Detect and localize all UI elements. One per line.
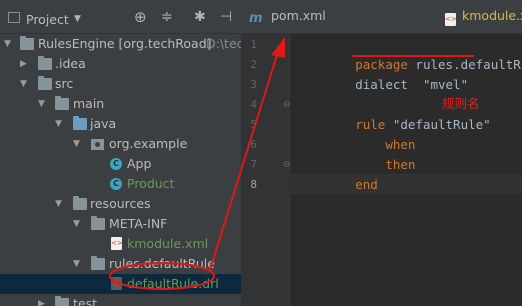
expand-arrow-icon[interactable]: ▼ — [38, 94, 45, 114]
editor-tab-bar: m pom.xml <> kmodule.xml — [241, 0, 522, 34]
tree-item-label: org.example — [109, 136, 188, 151]
line-number: 1 — [250, 38, 257, 51]
folder-icon — [38, 76, 52, 90]
drl-file-icon: D — [111, 277, 122, 290]
project-view-title[interactable]: Project — [26, 12, 69, 27]
code-line: then — [295, 135, 415, 172]
tree-item-label: test — [73, 296, 98, 306]
tree-item-resources[interactable]: ▼ resources — [0, 194, 241, 214]
line-number: 6 — [250, 138, 257, 151]
tree-item-label: RulesEngine [org.techRoad] — [38, 36, 212, 51]
collapsed-arrow-icon[interactable]: ▶ — [38, 294, 45, 306]
target-icon[interactable]: ⊕ — [134, 10, 147, 25]
line-number: 2 — [250, 58, 257, 71]
project-panel-header: Project ▼ ⊕ ≑ ✱ ⊣ — [0, 0, 241, 34]
tree-item-label: resources — [90, 196, 151, 211]
source-folder-icon — [73, 116, 87, 130]
tree-item-idea[interactable]: ▶ .idea — [0, 54, 241, 74]
tree-item-main[interactable]: ▼ main — [0, 94, 241, 114]
tree-item-label: App — [127, 156, 152, 171]
expand-arrow-icon[interactable]: ▼ — [73, 254, 80, 274]
tree-item-defaultrule-drl[interactable]: D defaultRule.drl — [0, 274, 241, 294]
project-view-icon[interactable] — [8, 12, 20, 23]
code-line: end — [295, 155, 378, 192]
line-number: 8 — [250, 178, 257, 191]
tree-item-label: .idea — [55, 56, 86, 71]
tree-item-src[interactable]: ▼ src — [0, 74, 241, 94]
expand-arrow-icon[interactable]: ▼ — [73, 214, 80, 234]
tree-item-rules-defaultrule[interactable]: ▼ rules.defaultRule — [0, 254, 241, 274]
expand-arrow-icon[interactable]: ▼ — [4, 34, 11, 54]
folder-icon — [91, 256, 105, 270]
code-line: when — [295, 115, 415, 152]
tree-item-label: src — [55, 76, 74, 91]
tree-item-test[interactable]: ▶ test — [0, 294, 241, 306]
expand-arrow-icon[interactable]: ▼ — [55, 194, 62, 214]
line-number: 3 — [250, 78, 257, 91]
resources-folder-icon — [73, 196, 87, 210]
line-number: 5 — [250, 118, 257, 131]
folder-icon — [91, 216, 105, 230]
folder-icon — [55, 296, 69, 306]
fold-open-icon[interactable]: ⊖ — [283, 95, 291, 115]
rule-name-annotation: 规则名 — [442, 96, 480, 111]
tree-item-label: main — [73, 96, 105, 111]
code-line: package rules.defaultRule; — [295, 35, 522, 72]
tree-item-label: META-INF — [109, 216, 168, 231]
folder-icon — [38, 56, 52, 70]
line-number: 7 — [250, 158, 257, 171]
tree-item-java[interactable]: ▼ java — [0, 114, 241, 134]
tree-item-app[interactable]: C App — [0, 154, 241, 174]
line-number-gutter[interactable]: 1 2 3 4 5 6 7 8 ⊖ ⊖ — [241, 33, 291, 306]
tree-item-label: kmodule.xml — [127, 236, 209, 251]
package-icon — [91, 139, 104, 150]
code-line: dialect "mvel" — [295, 55, 468, 92]
expand-arrow-icon[interactable]: ▼ — [55, 114, 62, 134]
expand-arrow-icon[interactable]: ▼ — [73, 134, 80, 154]
xml-file-icon: <> — [111, 237, 123, 250]
tree-item-label: rules.defaultRule — [109, 256, 215, 271]
fold-close-icon[interactable]: ⊖ — [283, 155, 291, 175]
collapsed-arrow-icon[interactable]: ▶ — [20, 54, 27, 74]
tree-item-label: java — [90, 116, 117, 131]
project-panel: Project ▼ ⊕ ≑ ✱ ⊣ ▼ RulesEngine [org.tec… — [0, 0, 241, 306]
class-icon: C — [110, 158, 122, 170]
tree-item-product[interactable]: C Product — [0, 174, 241, 194]
code-token: "mvel" — [407, 77, 469, 92]
tree-item-label: Product — [127, 176, 175, 191]
code-token: end — [355, 177, 378, 192]
class-icon: C — [110, 178, 122, 190]
expand-arrow-icon[interactable]: ▼ — [20, 74, 27, 94]
gear-icon[interactable]: ✱ — [194, 10, 206, 24]
code-token: dialect — [355, 77, 408, 92]
line-number: 4 — [250, 98, 257, 111]
tree-item-label: defaultRule.drl — [127, 276, 219, 291]
hide-icon[interactable]: ⊣ — [220, 10, 232, 24]
tab-label: pom.xml — [271, 8, 326, 23]
folder-icon — [55, 96, 69, 110]
tree-item-path-hint: D:\tec — [206, 36, 241, 51]
dropdown-arrow-icon[interactable]: ▼ — [74, 13, 81, 26]
tab-label: kmodule.xml — [462, 8, 522, 23]
tree-item-meta-inf[interactable]: ▼ META-INF — [0, 214, 241, 234]
tree-item-kmodule-xml[interactable]: <> kmodule.xml — [0, 234, 241, 254]
ide-window: Project ▼ ⊕ ≑ ✱ ⊣ ▼ RulesEngine [org.tec… — [0, 0, 522, 306]
xml-file-icon: <> — [445, 13, 457, 26]
tree-item-rulesengine[interactable]: ▼ RulesEngine [org.techRoad] D:\tec — [0, 34, 241, 54]
tree-item-org-example[interactable]: ▼ org.example — [0, 134, 241, 154]
module-folder-icon — [20, 36, 34, 50]
code-editor: m pom.xml <> kmodule.xml 1 2 3 4 5 6 7 8… — [241, 0, 522, 306]
maven-icon: m — [249, 11, 263, 26]
collapse-icon[interactable]: ≑ — [161, 10, 173, 24]
